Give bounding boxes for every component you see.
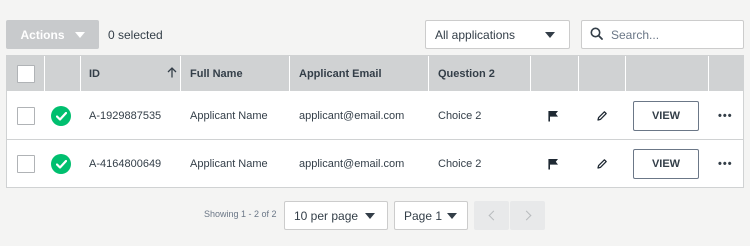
column-label-full-name: Full Name (190, 67, 243, 80)
pencil-icon[interactable] (596, 140, 608, 188)
chevron-left-icon (488, 210, 498, 221)
view-button[interactable]: VIEW (633, 101, 699, 131)
column-header-full-name[interactable]: Full Name (190, 56, 243, 91)
actions-label: Actions (20, 27, 65, 42)
next-page-button[interactable] (510, 201, 545, 230)
applications-table: ID Full Name Applicant Email Question 2 (6, 55, 744, 188)
row-full-name: Applicant Name (190, 158, 268, 170)
search-box[interactable] (581, 20, 744, 49)
chevron-right-icon (521, 210, 531, 221)
row-id: A-4164800649 (89, 158, 162, 170)
column-header-question[interactable]: Question 2 (438, 56, 495, 91)
more-options-icon[interactable]: ••• (718, 140, 733, 188)
flag-icon[interactable] (548, 92, 559, 140)
chevron-down-icon (365, 212, 375, 219)
per-page-select[interactable]: 10 per page (284, 201, 388, 230)
row-full-name: Applicant Name (190, 110, 268, 122)
row-question: Choice 2 (438, 110, 482, 122)
row-id: A-1929887535 (89, 110, 162, 122)
column-header-id[interactable]: ID (89, 56, 177, 91)
column-label-id: ID (89, 67, 100, 80)
check-circle-icon (51, 106, 71, 126)
row-checkbox[interactable] (17, 107, 35, 125)
actions-button[interactable]: Actions (6, 20, 99, 49)
view-button-label: VIEW (651, 158, 681, 170)
application-filter-value: All applications (435, 27, 516, 42)
row-checkbox[interactable] (17, 155, 35, 173)
page-select[interactable]: Page 1 (394, 201, 468, 230)
column-label-email: Applicant Email (299, 67, 382, 80)
chevron-down-icon (74, 31, 85, 38)
view-button[interactable]: VIEW (633, 149, 699, 179)
pagination-summary: Showing 1 - 2 of 2 (204, 209, 277, 219)
row-email: applicant@email.com (299, 158, 405, 170)
application-filter-select[interactable]: All applications (425, 20, 570, 49)
search-input[interactable] (611, 27, 731, 42)
view-button-label: VIEW (651, 110, 681, 122)
per-page-value: 10 per page (294, 208, 359, 223)
column-label-question: Question 2 (438, 67, 495, 80)
search-icon (590, 27, 603, 43)
pencil-icon[interactable] (596, 92, 608, 140)
row-question: Choice 2 (438, 158, 482, 170)
chevron-down-icon (545, 31, 555, 38)
previous-page-button[interactable] (474, 201, 509, 230)
chevron-down-icon (447, 212, 457, 219)
select-all-checkbox[interactable] (17, 64, 35, 83)
more-options-icon[interactable]: ••• (718, 92, 733, 140)
table-row[interactable]: A-4164800649 Applicant Name applicant@em… (7, 140, 743, 188)
select-all-cell (17, 56, 35, 91)
row-email: applicant@email.com (299, 110, 405, 122)
page-value: Page 1 (404, 208, 443, 223)
arrow-up-icon (167, 66, 177, 81)
flag-icon[interactable] (548, 140, 559, 188)
table-row[interactable]: A-1929887535 Applicant Name applicant@em… (7, 92, 743, 140)
column-header-email[interactable]: Applicant Email (299, 56, 382, 91)
selected-count: 0 selected (108, 28, 163, 42)
check-circle-icon (51, 154, 71, 174)
table-header: ID Full Name Applicant Email Question 2 (7, 56, 743, 91)
